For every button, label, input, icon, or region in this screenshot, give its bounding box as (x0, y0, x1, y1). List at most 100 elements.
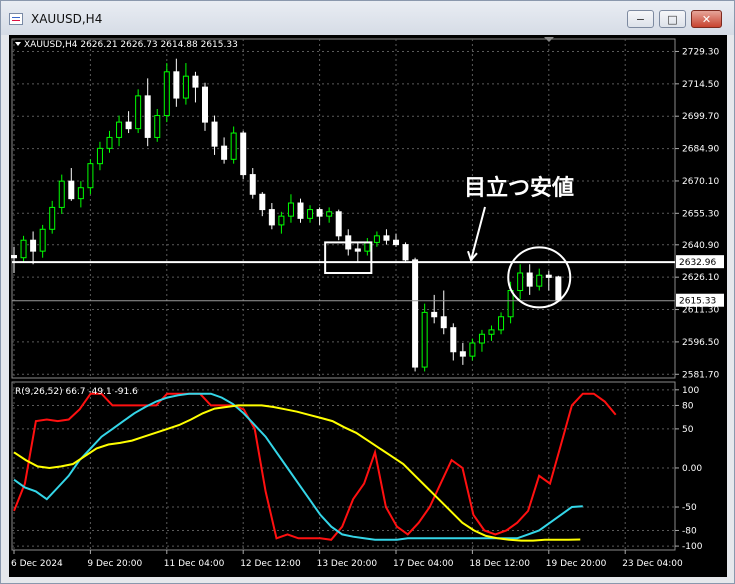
candle-body (307, 209, 314, 219)
price-y-tick-label: 2611.30 (682, 306, 719, 316)
candle (154, 108, 161, 142)
candle (316, 207, 323, 225)
candle (517, 264, 524, 300)
candle-body (278, 215, 285, 226)
candle-body (30, 239, 37, 252)
candle-body (469, 342, 476, 357)
candle-body (20, 239, 27, 259)
candle (77, 181, 84, 208)
title-bar[interactable]: XAUUSD,H4 − □ ✕ (1, 1, 734, 35)
symbol-header: XAUUSD,H4 2626.21 2626.73 2614.88 2615.3… (24, 40, 238, 50)
x-tick-label: 17 Dec 04:00 (393, 559, 454, 569)
candle (202, 82, 208, 131)
candle-body (68, 180, 75, 200)
candle (364, 238, 371, 256)
candle-body (326, 211, 333, 217)
candle-body (259, 193, 266, 211)
candle-body (135, 95, 142, 130)
candle (116, 115, 123, 147)
candle-body (488, 329, 495, 335)
oscillator-y-tick-label: 0.00 (682, 464, 702, 474)
candle (49, 200, 56, 234)
price-panel-frame (11, 38, 676, 379)
candle (526, 264, 533, 295)
candle (421, 303, 428, 372)
candle-body (364, 241, 371, 252)
candle (545, 270, 552, 291)
oscillator-y-tick-label: 80 (682, 401, 694, 411)
oscillator-header: R(9,26,52) 66.7 -49.1 -91.6 (15, 387, 138, 397)
candle-body (240, 132, 247, 176)
candle (469, 338, 476, 361)
chart-canvas[interactable]: 2632.962615.33目立つ安値 6 Dec 2024 9 Dec 20:0… (9, 35, 727, 577)
candle-body (11, 255, 17, 259)
candle-body (211, 121, 218, 147)
candle (240, 130, 247, 179)
oscillator-y-tick-label: -50 (682, 503, 697, 513)
candle-body (421, 311, 428, 368)
candle-body (402, 244, 409, 261)
close-icon: ✕ (701, 12, 712, 26)
candle-body (335, 211, 342, 237)
candle-body (125, 121, 132, 130)
oscillator-y-tick-label: 100 (682, 386, 699, 396)
candle-body (555, 276, 562, 302)
candle-body (459, 351, 466, 357)
candle (412, 257, 419, 372)
candle (287, 194, 294, 223)
candle (383, 229, 390, 245)
x-tick-label: 13 Dec 20:00 (317, 559, 378, 569)
candle-body (354, 248, 361, 252)
candle-body (536, 274, 543, 287)
price-y-tick-label: 2699.70 (682, 112, 719, 122)
candle (459, 343, 466, 365)
candle-body (39, 228, 46, 252)
x-tick-label: 19 Dec 20:00 (546, 559, 607, 569)
candle (393, 233, 399, 247)
candle (278, 211, 285, 234)
candle-body (297, 202, 304, 219)
candle (39, 224, 46, 258)
candle-body (49, 206, 56, 230)
candle-body (249, 174, 256, 195)
candle-body (116, 121, 123, 138)
candle-body (106, 136, 113, 149)
candle-body (393, 239, 399, 246)
close-button[interactable]: ✕ (691, 10, 722, 28)
candle (192, 71, 199, 103)
candle (478, 329, 485, 352)
candle (135, 89, 142, 134)
candle-body (192, 75, 199, 88)
minimize-button[interactable]: − (627, 10, 654, 28)
candle (221, 137, 228, 164)
candle (498, 312, 505, 335)
maximize-button[interactable]: □ (659, 10, 686, 28)
price-y-tick-label: 2655.30 (682, 209, 719, 219)
x-tick-label: 12 Dec 12:00 (240, 559, 301, 569)
chart-area[interactable]: 2632.96 2615.33 目立つ安値 6 Dec 2024 9 Dec 20:0… (9, 35, 727, 577)
window-title: XAUUSD,H4 (31, 12, 103, 26)
candle-body (96, 147, 103, 165)
candle-body (221, 145, 228, 160)
oscillator-y-tick-label: -80 (682, 526, 697, 536)
candle (68, 168, 75, 201)
candle (440, 290, 447, 335)
candle-body (440, 316, 447, 329)
candle (249, 168, 256, 199)
x-tick-label: 11 Dec 04:00 (164, 559, 225, 569)
candle (96, 141, 103, 171)
candle-body (87, 163, 94, 189)
oscillator-y-tick-label: 50 (682, 425, 694, 435)
annotation-arrow-line (470, 206, 486, 261)
x-tick-label: 23 Dec 04:00 (622, 559, 683, 569)
annotation-label: 目立つ安値 (464, 175, 574, 201)
candle (20, 235, 27, 263)
x-tick-label: 6 Dec 2024 (11, 559, 63, 569)
candle-body (77, 187, 84, 200)
candle (173, 58, 180, 107)
candle-body (431, 311, 438, 318)
candle-body (287, 202, 294, 217)
candle (125, 111, 132, 134)
candle (450, 323, 457, 361)
candle (326, 207, 333, 223)
